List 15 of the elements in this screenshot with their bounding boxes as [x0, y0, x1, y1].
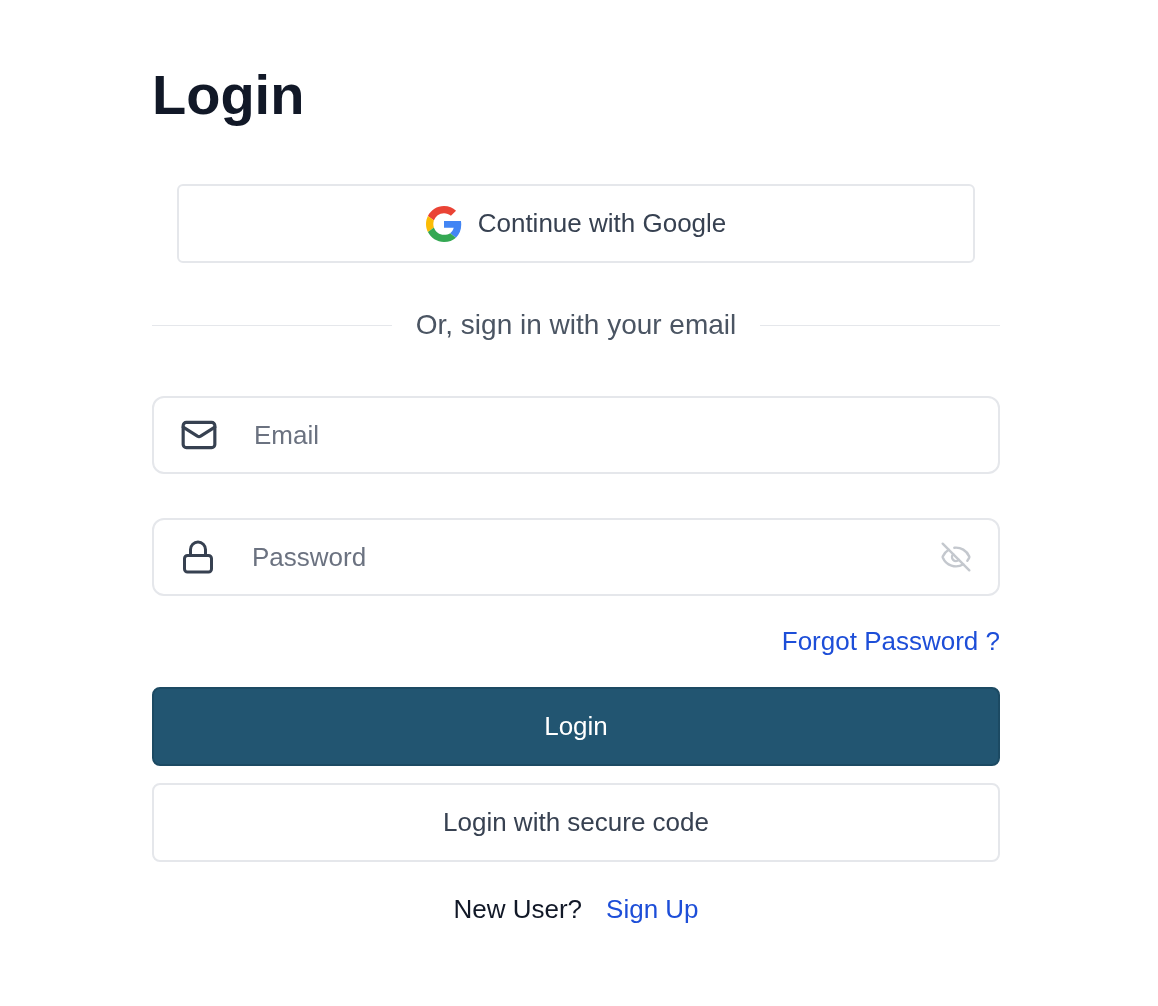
password-field[interactable]: Password — [152, 518, 1000, 596]
login-button[interactable]: Login — [152, 687, 1000, 766]
google-sign-in-button[interactable]: Continue with Google — [177, 184, 975, 263]
google-logo-icon — [425, 205, 462, 242]
new-user-prompt: New User? — [453, 894, 583, 925]
sign-up-link[interactable]: Sign Up — [606, 894, 699, 925]
secure-code-button[interactable]: Login with secure code — [152, 783, 1000, 862]
page-title: Login — [152, 62, 306, 128]
password-input[interactable]: Password — [250, 540, 940, 574]
forgot-password-link[interactable]: Forgot Password ? — [781, 626, 1000, 657]
email-input[interactable]: Email — [252, 418, 972, 452]
eye-off-icon[interactable] — [940, 541, 972, 573]
lock-icon — [180, 539, 216, 575]
divider-text: Or, sign in with your email — [415, 309, 737, 341]
email-field[interactable]: Email — [152, 396, 1000, 474]
